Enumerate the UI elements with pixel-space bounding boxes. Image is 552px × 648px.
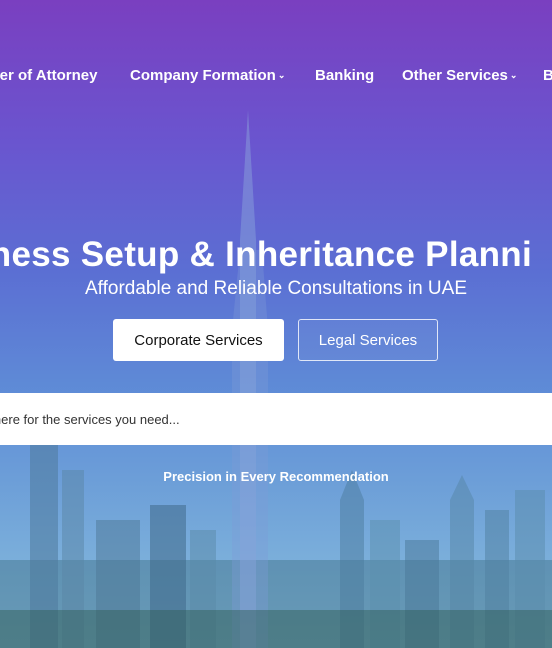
nav-item-label: Other Services <box>402 67 508 84</box>
nav-item-label: Company Formation <box>130 67 276 84</box>
hero-section: wer of Attorney Company Formation⌄ Banki… <box>0 0 552 648</box>
corporate-services-button[interactable]: Corporate Services <box>113 319 284 361</box>
nav-item-other-services[interactable]: Other Services ⌄ <box>402 67 517 84</box>
main-nav: wer of Attorney Company Formation⌄ Banki… <box>0 67 552 87</box>
nav-item-label: B <box>543 67 552 84</box>
nav-item-power-of-attorney[interactable]: wer of Attorney <box>0 67 97 84</box>
legal-services-button[interactable]: Legal Services <box>298 319 438 361</box>
hero-title: siness Setup & Inheritance Planni <box>0 235 533 275</box>
chevron-down-icon: ⌄ <box>277 70 286 80</box>
tagline: Precision in Every Recommendation <box>163 469 389 484</box>
nav-item-label: wer of Attorney <box>0 67 98 84</box>
search-bar <box>0 393 552 445</box>
chevron-down-icon: ⌄ <box>509 70 518 80</box>
search-input[interactable] <box>0 393 525 445</box>
nav-item-banking[interactable]: Banking <box>315 67 374 84</box>
nav-item-company-formation[interactable]: Company Formation ⌄ <box>130 67 285 84</box>
nav-item-b[interactable]: B <box>543 67 552 84</box>
hero-subtitle: Affordable and Reliable Consultations in… <box>85 278 467 299</box>
nav-item-label: Banking <box>315 67 375 84</box>
